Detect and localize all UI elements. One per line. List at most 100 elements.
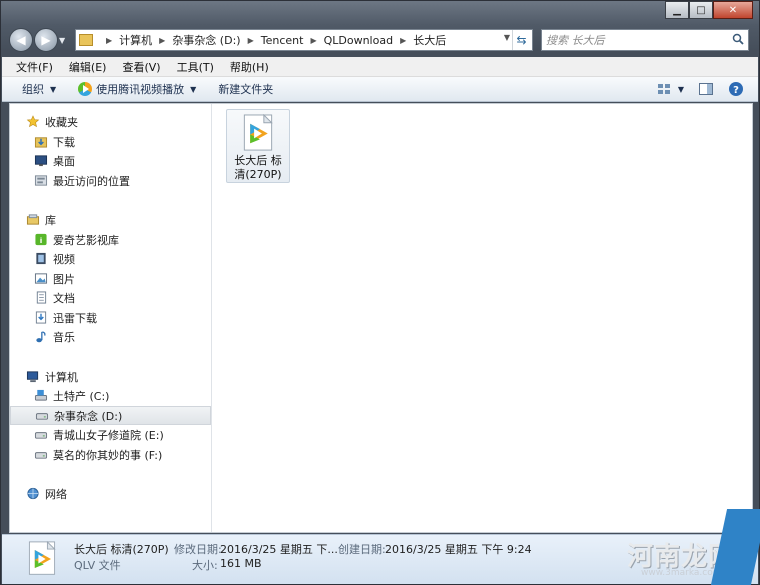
details-size-label: 大小: — [192, 559, 218, 572]
organize-button[interactable]: 组织 ▼ — [22, 81, 56, 97]
network-icon — [27, 487, 39, 500]
sidebar-libraries[interactable]: 库 — [10, 210, 211, 229]
chevron-right-icon[interactable]: ▶ — [159, 36, 165, 45]
sidebar-item-label: 迅雷下载 — [53, 311, 97, 325]
svg-text:?: ? — [733, 85, 739, 96]
chevron-right-icon[interactable]: ▶ — [106, 36, 112, 45]
explorer-window: ▁ □ ✕ ◀ ▶ ▼ ▶ 计算机 ▶ 杂事杂念 (D:) ▶ Tencent … — [0, 0, 760, 585]
change-view-icon[interactable] — [656, 81, 672, 97]
main-area: 收藏夹 下载 桌面 最近访问的位置 库 i 爱奇艺影视库 视频 图片 文档 迅雷… — [9, 103, 753, 533]
sidebar-item-recent[interactable]: 最近访问的位置 — [10, 171, 211, 190]
sidebar-item-videos[interactable]: 视频 — [10, 249, 211, 268]
menu-help[interactable]: 帮助(H) — [230, 59, 269, 75]
library-icon — [26, 214, 40, 225]
refresh-icon[interactable]: ⇆ — [512, 30, 530, 50]
menu-tools[interactable]: 工具(T) — [177, 59, 214, 75]
close-button[interactable]: ✕ — [713, 1, 753, 19]
sidebar-item-music[interactable]: 音乐 — [10, 327, 211, 346]
sidebar-favorites[interactable]: 收藏夹 — [10, 112, 211, 131]
sidebar-computer[interactable]: 计算机 — [10, 367, 211, 386]
sidebar-item-downloads[interactable]: 下载 — [10, 132, 211, 151]
sidebar-item-label: 杂事杂念 (D:) — [54, 409, 123, 423]
menu-edit[interactable]: 编辑(E) — [69, 59, 107, 75]
view-dropdown-icon[interactable]: ▼ — [678, 85, 684, 94]
new-folder-button[interactable]: 新建文件夹 — [218, 81, 273, 97]
xunlei-download-icon — [35, 311, 47, 324]
command-bar: 组织 ▼ 使用腾讯视频播放 ▼ 新建文件夹 ▼ ? — [2, 77, 758, 102]
sidebar-item-drive-d[interactable]: 杂事杂念 (D:) — [10, 406, 211, 425]
sidebar-item-label: 视频 — [53, 252, 75, 266]
sidebar-item-label: 爱奇艺影视库 — [53, 233, 119, 247]
menu-view[interactable]: 查看(V) — [122, 59, 160, 75]
sidebar-network[interactable]: 网络 — [10, 484, 211, 503]
breadcrumb-drive-d[interactable]: 杂事杂念 (D:) — [172, 32, 240, 48]
chevron-right-icon[interactable]: ▶ — [310, 36, 316, 45]
sidebar-item-drive-c[interactable]: 土特产 (C:) — [10, 386, 211, 405]
organize-label: 组织 — [22, 83, 44, 96]
sidebar-item-label: 青城山女子修道院 (E:) — [53, 428, 164, 442]
address-dropdown-icon[interactable]: ▼ — [504, 33, 510, 42]
sidebar-item-drive-e[interactable]: 青城山女子修道院 (E:) — [10, 425, 211, 444]
music-note-icon — [36, 331, 46, 343]
navigation-row: ◀ ▶ ▼ ▶ 计算机 ▶ 杂事杂念 (D:) ▶ Tencent ▶ QLDo… — [9, 27, 753, 53]
sidebar-item-label: 莫名的你其妙的事 (F:) — [53, 448, 163, 462]
chevron-down-icon: ▼ — [190, 84, 197, 94]
sidebar-item-pictures[interactable]: 图片 — [10, 269, 211, 288]
details-created-value: 2016/3/25 星期五 下午 9:24 — [385, 543, 532, 556]
breadcrumb-computer[interactable]: 计算机 — [119, 32, 152, 48]
file-name-line-1: 长大后 标 — [234, 154, 282, 167]
computer-icon — [26, 371, 39, 383]
svg-text:i: i — [40, 236, 43, 245]
video-library-icon — [36, 252, 46, 265]
sidebar-item-label: 最近访问的位置 — [53, 174, 130, 188]
breadcrumb: ▶ 计算机 ▶ 杂事杂念 (D:) ▶ Tencent ▶ QLDownload… — [99, 32, 446, 48]
details-file-name: 长大后 标清(270P) — [74, 543, 169, 556]
sidebar-libraries-label: 库 — [45, 213, 56, 227]
sidebar-item-label: 桌面 — [53, 154, 75, 168]
breadcrumb-current[interactable]: 长大后 — [413, 32, 446, 48]
recent-places-icon — [34, 175, 48, 186]
breadcrumb-qldownload[interactable]: QLDownload — [324, 34, 393, 47]
forward-button[interactable]: ▶ — [34, 28, 58, 52]
details-modified-value: 2016/3/25 星期五 下... — [220, 543, 338, 556]
back-button[interactable]: ◀ — [9, 28, 33, 52]
system-drive-icon — [34, 389, 48, 401]
search-icon[interactable] — [732, 33, 744, 45]
chevron-right-icon[interactable]: ▶ — [400, 36, 406, 45]
details-size-value: 161 MB — [220, 557, 262, 570]
menu-bar: 文件(F) 编辑(E) 查看(V) 工具(T) 帮助(H) — [2, 57, 758, 77]
recent-pages-dropdown[interactable]: ▼ — [59, 36, 71, 45]
file-item[interactable]: 长大后 标 清(270P) — [226, 109, 290, 183]
address-bar[interactable]: ▶ 计算机 ▶ 杂事杂念 (D:) ▶ Tencent ▶ QLDownload… — [75, 29, 533, 51]
new-folder-label: 新建文件夹 — [218, 83, 274, 96]
breadcrumb-tencent[interactable]: Tencent — [261, 34, 304, 47]
iqiyi-library-icon: i — [35, 233, 47, 246]
minimize-button[interactable]: ▁ — [665, 1, 689, 19]
sidebar-item-xunlei[interactable]: 迅雷下载 — [10, 308, 211, 327]
file-name: 长大后 标 清(270P) — [227, 154, 289, 182]
sidebar-item-label: 文档 — [53, 291, 75, 305]
play-with-button[interactable]: 使用腾讯视频播放 ▼ — [78, 81, 196, 97]
preview-pane-icon[interactable] — [698, 81, 714, 97]
sidebar-item-desktop[interactable]: 桌面 — [10, 151, 211, 170]
view-controls: ▼ ? — [642, 81, 744, 97]
folder-icon — [79, 34, 93, 46]
details-file-type: QLV 文件 — [74, 559, 121, 572]
sidebar-item-label: 音乐 — [53, 330, 75, 344]
star-icon — [26, 115, 40, 128]
help-icon[interactable]: ? — [728, 81, 744, 97]
search-input[interactable]: 搜索 长大后 — [541, 29, 749, 51]
details-modified-label: 修改日期: — [174, 543, 222, 556]
sidebar-item-drive-f[interactable]: 莫名的你其妙的事 (F:) — [10, 445, 211, 464]
sidebar-item-iqiyi[interactable]: i 爱奇艺影视库 — [10, 230, 211, 249]
chevron-right-icon[interactable]: ▶ — [248, 36, 254, 45]
maximize-button[interactable]: □ — [689, 1, 713, 19]
chevron-down-icon: ▼ — [50, 84, 57, 94]
caption-buttons: ▁ □ ✕ — [665, 1, 753, 19]
sidebar-item-label: 下载 — [53, 135, 75, 149]
tencent-video-icon — [78, 82, 93, 96]
hard-drive-icon — [34, 452, 48, 459]
menu-file[interactable]: 文件(F) — [16, 59, 53, 75]
sidebar-network-label: 网络 — [45, 487, 67, 501]
sidebar-item-documents[interactable]: 文档 — [10, 288, 211, 307]
